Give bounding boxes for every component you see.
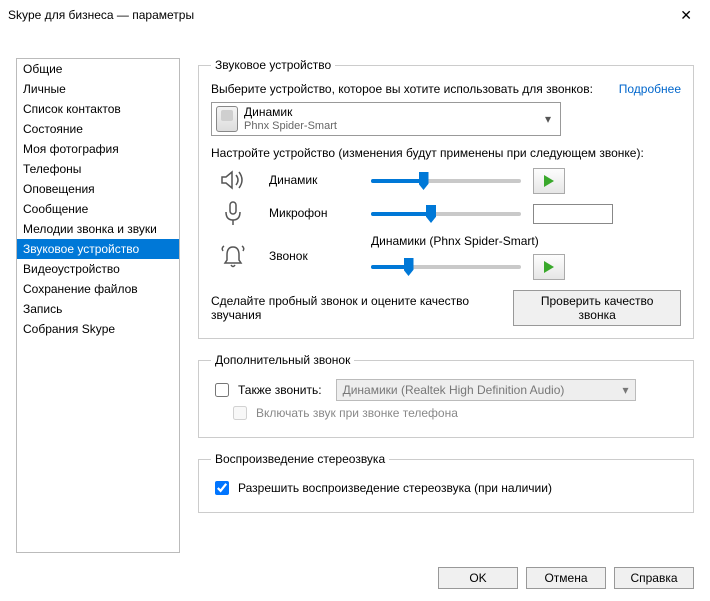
- speaker-slider[interactable]: [371, 170, 521, 192]
- sidebar-item[interactable]: Видеоустройство: [17, 259, 179, 279]
- help-button[interactable]: Справка: [614, 567, 694, 589]
- sidebar-item[interactable]: Собрания Skype: [17, 319, 179, 339]
- audio-device-group: Звуковое устройство Выберите устройство,…: [198, 58, 694, 339]
- speaker-icon: [211, 168, 255, 192]
- window-title: Skype для бизнеса — параметры: [8, 8, 194, 22]
- device-sub: Phnx Spider-Smart: [244, 119, 534, 133]
- also-ring-checkbox[interactable]: [215, 383, 229, 397]
- sidebar-item[interactable]: Звуковое устройство: [17, 239, 179, 259]
- cancel-button[interactable]: Отмена: [526, 567, 606, 589]
- ringer-slider[interactable]: [371, 256, 521, 278]
- sidebar-item[interactable]: Сообщение: [17, 199, 179, 219]
- mic-title: Микрофон: [269, 206, 357, 220]
- unmute-on-ring-label: Включать звук при звонке телефона: [256, 406, 458, 420]
- stereo-group: Воспроизведение стереозвука Разрешить во…: [198, 452, 694, 513]
- sidebar-item[interactable]: Общие: [17, 59, 179, 79]
- sidebar-item[interactable]: Состояние: [17, 119, 179, 139]
- speaker-play-button[interactable]: [533, 168, 565, 194]
- sidebar-item[interactable]: Сохранение файлов: [17, 279, 179, 299]
- sidebar-item[interactable]: Телефоны: [17, 159, 179, 179]
- also-ring-label: Также звонить:: [238, 383, 322, 397]
- sidebar-item[interactable]: Мелодии звонка и звуки: [17, 219, 179, 239]
- learn-more-link[interactable]: Подробнее: [619, 82, 681, 96]
- secondary-ringer-legend: Дополнительный звонок: [211, 353, 354, 367]
- sidebar-item[interactable]: Список контактов: [17, 99, 179, 119]
- test-call-text: Сделайте пробный звонок и оцените качест…: [211, 294, 499, 322]
- device-icon: [216, 106, 238, 132]
- ok-button[interactable]: OK: [438, 567, 518, 589]
- sidebar-item[interactable]: Оповещения: [17, 179, 179, 199]
- microphone-icon: [211, 200, 255, 226]
- secondary-ringer-group: Дополнительный звонок Также звонить: Дин…: [198, 353, 694, 438]
- sidebar-item[interactable]: Запись: [17, 299, 179, 319]
- settings-panel: Звуковое устройство Выберите устройство,…: [198, 58, 694, 553]
- check-call-quality-button[interactable]: Проверить качество звонка: [513, 290, 681, 326]
- ringer-icon: [211, 243, 255, 269]
- unmute-on-ring-checkbox: [233, 406, 247, 420]
- allow-stereo-checkbox[interactable]: [215, 481, 229, 495]
- sidebar-item[interactable]: Моя фотография: [17, 139, 179, 159]
- also-ring-value: Динамики (Realtek High Definition Audio): [343, 383, 565, 397]
- ringer-play-button[interactable]: [533, 254, 565, 280]
- stereo-legend: Воспроизведение стереозвука: [211, 452, 389, 466]
- chevron-down-icon: ▾: [623, 383, 629, 397]
- audio-device-legend: Звуковое устройство: [211, 58, 335, 72]
- ringer-device-label: Динамики (Phnx Spider-Smart): [371, 234, 681, 248]
- device-dropdown[interactable]: Динамик Phnx Spider-Smart ▾: [211, 102, 561, 136]
- mic-slider[interactable]: [371, 203, 521, 225]
- speaker-title: Динамик: [269, 173, 357, 187]
- ringer-title: Звонок: [269, 249, 357, 263]
- select-device-label: Выберите устройство, которое вы хотите и…: [211, 82, 593, 96]
- tune-label: Настройте устройство (изменения будут пр…: [211, 146, 681, 160]
- sidebar-item[interactable]: Личные: [17, 79, 179, 99]
- close-button[interactable]: ✕: [672, 4, 700, 26]
- device-name: Динамик: [244, 105, 534, 119]
- sidebar: ОбщиеЛичныеСписок контактовСостояниеМоя …: [16, 58, 180, 553]
- also-ring-dropdown: Динамики (Realtek High Definition Audio)…: [336, 379, 636, 401]
- chevron-down-icon: ▾: [540, 112, 556, 126]
- allow-stereo-label: Разрешить воспроизведение стереозвука (п…: [238, 481, 552, 495]
- mic-level-meter: [533, 204, 613, 224]
